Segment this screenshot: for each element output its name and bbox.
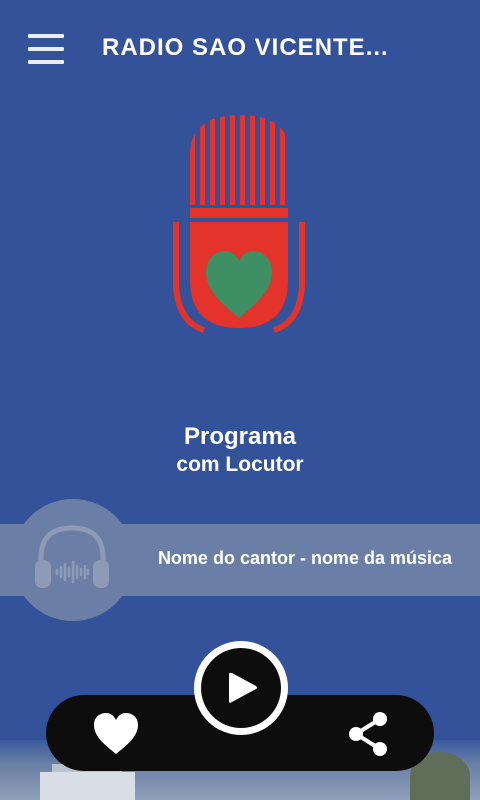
favorite-button[interactable] — [92, 712, 140, 756]
building — [40, 772, 135, 800]
menu-button[interactable] — [28, 34, 64, 64]
menu-icon-line — [28, 47, 64, 51]
share-button[interactable] — [346, 710, 390, 758]
app-title: RADIO SAO VICENTE... — [102, 34, 389, 61]
program-host: com Locutor — [176, 453, 304, 476]
menu-icon-line — [28, 34, 64, 38]
menu-icon-line — [28, 60, 64, 64]
heart-icon — [94, 713, 138, 754]
play-button-inner — [201, 648, 281, 728]
program-name: Programa — [183, 423, 297, 450]
play-icon — [229, 672, 257, 703]
play-button[interactable] — [194, 641, 288, 735]
microphone-logo — [173, 115, 305, 333]
top-bar: RADIO SAO VICENTE... — [0, 0, 480, 100]
headphones-icon — [35, 525, 109, 588]
now-playing-text: Nome do cantor - nome da música — [157, 548, 452, 568]
program-info: Programa com Locutor — [0, 422, 480, 478]
share-icon — [349, 712, 387, 756]
